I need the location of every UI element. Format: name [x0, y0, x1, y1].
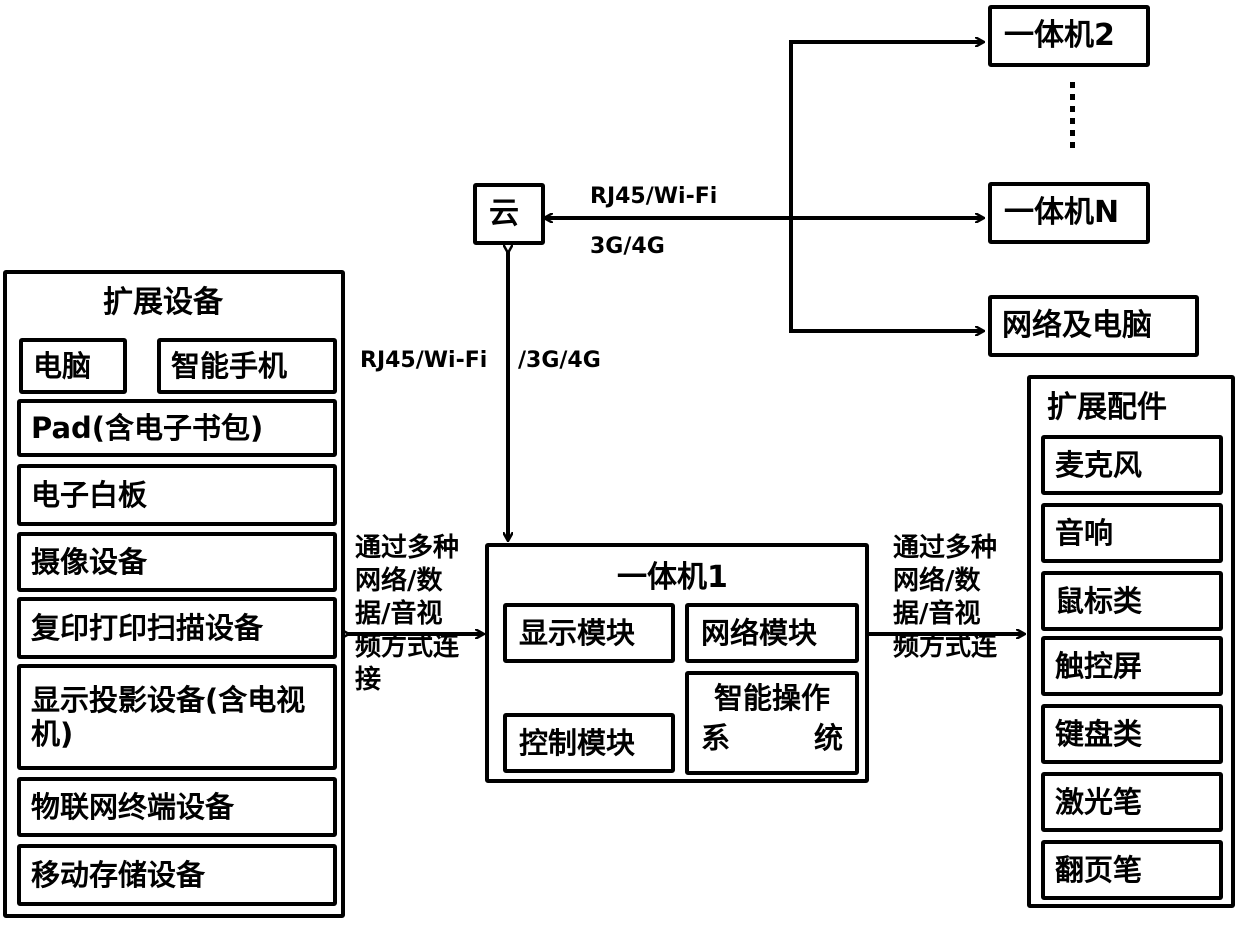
connection-left-line: 据/音视 [355, 599, 443, 629]
module-control[interactable]: 控制模块 [503, 713, 675, 773]
module-network[interactable]: 网络模块 [685, 603, 859, 663]
accessory-microphone[interactable]: 麦克风 [1041, 435, 1223, 495]
top-link-label-lower: 3G/4G [590, 234, 665, 259]
accessories-panel: 扩展配件 麦克风 音响 鼠标类 触控屏 键盘类 激光笔 翻页笔 [1027, 375, 1235, 908]
main-unit-panel: 一体机1 显示模块 网络模块 控制模块 智能操作 系 统 [485, 543, 869, 783]
cloud-node[interactable]: 云 [473, 183, 545, 245]
accessory-presenter[interactable]: 翻页笔 [1041, 840, 1223, 900]
remote-unit-n-label: 一体机N [1004, 195, 1120, 230]
device-computer[interactable]: 电脑 [19, 338, 127, 394]
connection-right-line: 网络/数 [893, 566, 981, 596]
ellipsis-dots [1070, 82, 1075, 148]
accessory-speaker[interactable]: 音响 [1041, 503, 1223, 563]
connection-left-line: 频方式连 [355, 632, 460, 662]
remote-unit-n[interactable]: 一体机N [988, 182, 1150, 244]
expansion-devices-title: 扩展设备 [103, 285, 223, 320]
connection-right-line: 据/音视 [893, 599, 981, 629]
expansion-devices-panel: 扩展设备 电脑 智能手机 Pad(含电子书包) 电子白板 摄像设备 复印打印扫描… [3, 270, 345, 918]
device-display-projector[interactable]: 显示投影设备(含电视机) [17, 664, 337, 770]
top-link-label-upper: RJ45/Wi-Fi [590, 184, 718, 209]
cloud-label: 云 [489, 196, 519, 231]
module-smart-os[interactable]: 智能操作 系 统 [685, 671, 859, 775]
network-and-pc-label: 网络及电脑 [1002, 308, 1152, 343]
accessories-title: 扩展配件 [1047, 390, 1167, 425]
accessory-laser-pointer[interactable]: 激光笔 [1041, 772, 1223, 832]
network-and-pc-node[interactable]: 网络及电脑 [988, 295, 1199, 357]
connection-right-text: 通过多种 网络/数 据/音视 频方式连 [893, 532, 1033, 664]
device-pad[interactable]: Pad(含电子书包) [17, 399, 337, 457]
connection-right-line: 通过多种 [893, 533, 998, 563]
device-display-projector-label: 显示投影设备(含电视机) [31, 683, 306, 751]
connection-right-line: 频方式连 [893, 632, 998, 662]
accessory-touchscreen[interactable]: 触控屏 [1041, 636, 1223, 696]
connection-left-line: 接 [355, 665, 382, 695]
module-smart-os-char-b: 统 [813, 721, 843, 755]
module-smart-os-line1: 智能操作 [713, 681, 830, 715]
accessory-keyboard[interactable]: 键盘类 [1041, 704, 1223, 764]
main-unit-title: 一体机1 [617, 560, 728, 595]
connection-left-text: 通过多种 网络/数 据/音视 频方式连 接 [355, 532, 495, 697]
device-smartphone[interactable]: 智能手机 [157, 338, 337, 394]
vertical-link-label-right: /3G/4G [518, 348, 601, 373]
vertical-link-label-left: RJ45/Wi-Fi [360, 348, 488, 373]
module-smart-os-line2: 系 统 [701, 721, 843, 755]
device-whiteboard[interactable]: 电子白板 [17, 464, 337, 526]
module-display[interactable]: 显示模块 [503, 603, 675, 663]
module-smart-os-char-a: 系 [701, 721, 731, 755]
accessory-mouse[interactable]: 鼠标类 [1041, 571, 1223, 631]
connection-left-line: 网络/数 [355, 566, 443, 596]
device-camera[interactable]: 摄像设备 [17, 532, 337, 592]
device-iot-terminal[interactable]: 物联网终端设备 [17, 777, 337, 837]
connection-left-line: 通过多种 [355, 533, 460, 563]
remote-unit-2[interactable]: 一体机2 [988, 5, 1150, 67]
device-mobile-storage[interactable]: 移动存储设备 [17, 844, 337, 906]
remote-unit-2-label: 一体机2 [1004, 18, 1115, 53]
device-copier-printer-scanner[interactable]: 复印打印扫描设备 [17, 597, 337, 659]
